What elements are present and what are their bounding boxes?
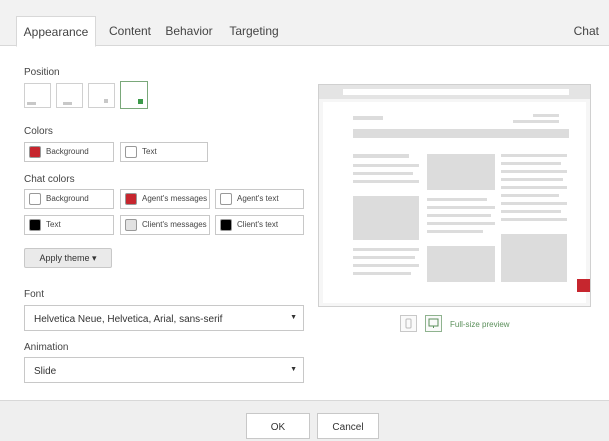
ok-button[interactable]: OK (246, 413, 310, 439)
position-bottom-right-corner[interactable] (120, 81, 148, 109)
preview-browser-bar (319, 85, 590, 99)
position-marker (63, 102, 72, 105)
client-text-swatch (220, 219, 232, 231)
animation-select-value: Slide (34, 366, 57, 377)
settings-tab-bar: Appearance Content Behavior Targeting Ch… (0, 0, 609, 47)
mobile-icon (405, 318, 412, 329)
font-select-value: Helvetica Neue, Helvetica, Arial, sans-s… (34, 314, 223, 325)
font-select[interactable]: Helvetica Neue, Helvetica, Arial, sans-s… (24, 305, 304, 331)
text-color-button[interactable]: Text (120, 142, 208, 162)
mobile-preview-toggle[interactable] (400, 315, 417, 332)
client-text-label: Client's text (237, 220, 279, 229)
background-color-label: Background (46, 147, 89, 156)
chevron-down-icon: ▼ (290, 314, 297, 321)
preview-chat-button (577, 279, 590, 292)
tab-appearance[interactable]: Appearance (16, 16, 96, 47)
agent-messages-label: Agent's messages (142, 194, 208, 203)
preview-page-mockup (323, 102, 586, 303)
agent-messages-swatch (125, 193, 137, 205)
agent-text-label: Agent's text (237, 194, 279, 203)
client-messages-color-button[interactable]: Client's messages (120, 215, 210, 235)
chat-background-color-button[interactable]: Background (24, 189, 114, 209)
chat-background-label: Background (46, 194, 89, 203)
widget-preview (318, 84, 591, 307)
agent-text-color-button[interactable]: Agent's text (215, 189, 304, 209)
full-size-preview-link[interactable]: Full-size preview (450, 320, 510, 329)
chat-text-color-button[interactable]: Text (24, 215, 114, 235)
font-label: Font (24, 289, 45, 300)
background-color-swatch (29, 146, 41, 158)
position-marker (104, 99, 108, 103)
agent-messages-color-button[interactable]: Agent's messages (120, 189, 210, 209)
chat-colors-label: Chat colors (24, 174, 75, 185)
position-bottom-right[interactable] (88, 83, 115, 108)
client-messages-label: Client's messages (142, 220, 207, 229)
tab-behavior[interactable]: Behavior (164, 16, 214, 46)
background-color-button[interactable]: Background (24, 142, 114, 162)
chat-title: Chat (573, 24, 599, 38)
chat-text-swatch (29, 219, 41, 231)
position-marker (27, 102, 36, 105)
chat-text-label: Text (46, 220, 61, 229)
position-bottom-left[interactable] (56, 83, 83, 108)
chat-background-swatch (29, 193, 41, 205)
position-bottom-left-corner[interactable] (24, 83, 51, 108)
tab-content[interactable]: Content (104, 16, 156, 46)
client-messages-swatch (125, 219, 137, 231)
chevron-down-icon: ▼ (290, 366, 297, 373)
animation-select[interactable]: Slide ▼ (24, 357, 304, 383)
tab-targeting[interactable]: Targeting (226, 16, 282, 46)
apply-theme-button[interactable]: Apply theme ▾ (24, 248, 112, 268)
desktop-preview-toggle[interactable] (425, 315, 442, 332)
monitor-icon (428, 318, 439, 328)
animation-label: Animation (24, 342, 69, 353)
agent-text-swatch (220, 193, 232, 205)
client-text-color-button[interactable]: Client's text (215, 215, 304, 235)
text-color-label: Text (142, 147, 157, 156)
position-marker (138, 99, 143, 104)
position-label: Position (24, 67, 60, 78)
text-color-swatch (125, 146, 137, 158)
cancel-button[interactable]: Cancel (317, 413, 379, 439)
colors-label: Colors (24, 126, 53, 137)
